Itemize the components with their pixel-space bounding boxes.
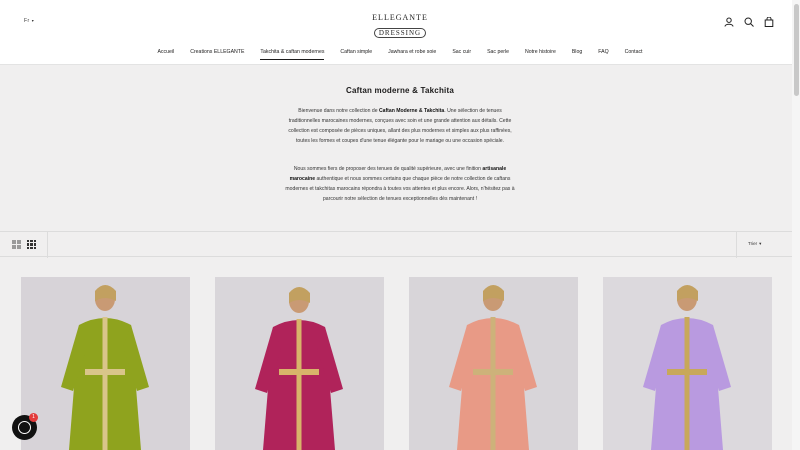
nav-item-takchita-caftan[interactable]: Takchita & caftan modernes (252, 47, 332, 61)
nav-item-blog[interactable]: Blog (564, 47, 590, 61)
desc1-text-bold: Caftan Moderne & Takchita (378, 108, 445, 114)
nav-item-caftan-simple[interactable]: Caftan simple (332, 47, 380, 61)
nav-item-sac-cuir[interactable]: Sac cuir (444, 47, 479, 61)
collection-description-1: Bienvenue dans notre collection de Cafta… (285, 106, 515, 146)
sort-dropdown[interactable]: Trier ▾ (748, 241, 761, 247)
search-icon[interactable] (744, 17, 754, 27)
desc2-text-c: authentique et nous sommes certains que … (285, 176, 515, 202)
product-card[interactable] (21, 277, 190, 450)
product-image (409, 277, 578, 450)
nav-item-accueil[interactable]: Accueil (149, 47, 182, 61)
product-card[interactable] (409, 277, 578, 450)
chat-notification-badge: 1 (29, 413, 38, 422)
cart-icon[interactable] (764, 17, 774, 27)
nav-item-creations[interactable]: Creations ELLEGANTE (182, 47, 252, 61)
collection-title: Caftan moderne & Takchita (346, 86, 454, 95)
collection-description-2: Nous sommes fiers de proposer des tenues… (285, 164, 515, 204)
nav-item-faq[interactable]: FAQ (590, 47, 616, 61)
main-navigation: Accueil Creations ELLEGANTE Takchita & c… (0, 47, 800, 61)
logo-line-1: ELLEGANTE (372, 13, 428, 22)
scrollbar-thumb[interactable] (794, 4, 799, 96)
toolbar-divider (47, 232, 48, 258)
collection-toolbar: Trier ▾ (0, 231, 792, 258)
nav-item-contact[interactable]: Contact (617, 47, 651, 61)
product-card[interactable] (215, 277, 384, 450)
chat-icon (18, 421, 31, 434)
product-image (215, 277, 384, 450)
toolbar-divider (736, 232, 737, 258)
site-logo[interactable]: ELLEGANTE DRESSING (360, 13, 440, 38)
account-icon[interactable] (724, 17, 734, 27)
grid-2-icon[interactable] (12, 240, 21, 249)
nav-item-notre-histoire[interactable]: Notre histoire (517, 47, 564, 61)
product-card[interactable] (603, 277, 772, 450)
product-image (603, 277, 772, 450)
site-header: Fr ▾ ELLEGANTE DRESSING Accueil Creations… (0, 0, 800, 65)
desc1-text-a: Bienvenue dans notre collection de (298, 108, 379, 114)
page-scrollbar[interactable] (792, 0, 800, 450)
nav-item-sac-perle[interactable]: Sac perle (479, 47, 517, 61)
language-label: Fr (24, 18, 30, 24)
language-selector[interactable]: Fr ▾ (24, 18, 34, 24)
chat-button[interactable]: 1 (12, 413, 38, 440)
product-image (21, 277, 190, 450)
header-icons (724, 15, 774, 29)
logo-line-2: DRESSING (373, 28, 427, 38)
chevron-down-icon: ▾ (31, 18, 35, 23)
sort-label: Trier (748, 241, 758, 246)
nav-item-jawhara[interactable]: Jawhara et robe soie (380, 47, 444, 61)
grid-4-icon[interactable] (27, 240, 36, 249)
chevron-down-icon: ▾ (759, 241, 762, 246)
desc2-text-a: Nous sommes fiers de proposer des tenues… (293, 166, 483, 172)
